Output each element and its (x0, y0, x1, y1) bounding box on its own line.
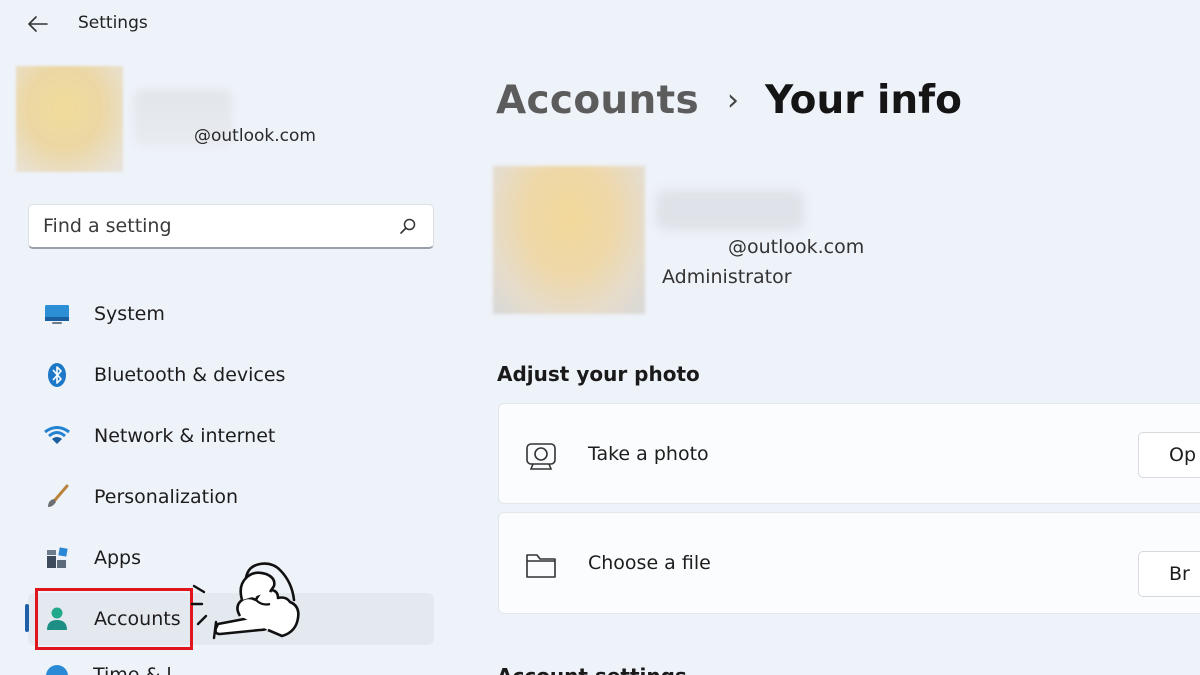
browse-files-button[interactable]: Br (1138, 551, 1200, 597)
sidebar-item-label: System (94, 303, 165, 325)
brush-icon (42, 482, 72, 512)
sidebar-item-personalization[interactable]: Personalization (28, 471, 434, 523)
search-input[interactable] (43, 215, 397, 237)
bluetooth-icon (42, 360, 72, 390)
hand-pointer-icon (190, 562, 300, 640)
take-photo-label: Take a photo (588, 443, 709, 465)
wifi-icon (42, 421, 72, 451)
user-role: Administrator (662, 266, 792, 288)
chevron-right-icon: › (727, 83, 739, 118)
title-bar: Settings (0, 0, 1200, 48)
apps-icon (42, 543, 72, 573)
open-camera-button[interactable]: Op (1138, 432, 1200, 478)
take-photo-card: Take a photo Op (498, 403, 1200, 504)
sidebar-item-system[interactable]: System (28, 288, 434, 340)
sidebar-item-label: Personalization (94, 486, 239, 508)
globe-clock-icon (44, 663, 70, 675)
active-indicator (25, 604, 29, 632)
sidebar-item-time-language[interactable]: Time & l (93, 664, 172, 675)
sidebar-item-label: Network & internet (94, 425, 276, 447)
section-title-adjust-photo: Adjust your photo (497, 362, 700, 386)
sidebar-item-network-internet[interactable]: Network & internet (28, 410, 434, 462)
user-name-blurred (656, 190, 804, 230)
sidebar-item-label: Apps (94, 547, 142, 569)
app-title: Settings (78, 13, 148, 33)
camera-icon (523, 438, 559, 474)
back-button[interactable] (24, 10, 52, 38)
user-email: @outlook.com (728, 236, 865, 258)
sidebar-item-label: Bluetooth & devices (94, 364, 286, 386)
sidebar-email: @outlook.com (194, 126, 316, 146)
user-avatar (493, 166, 645, 314)
choose-file-card: Choose a file Br (498, 512, 1200, 614)
breadcrumb: Accounts › Your info (496, 78, 962, 123)
breadcrumb-parent[interactable]: Accounts (496, 78, 699, 123)
section-title-account-settings: Account settings (497, 664, 687, 675)
sidebar-item-bluetooth-devices[interactable]: Bluetooth & devices (28, 349, 434, 401)
choose-file-label: Choose a file (588, 552, 711, 574)
arrow-left-icon (28, 16, 48, 32)
sidebar-avatar[interactable] (16, 66, 123, 172)
folder-icon (523, 547, 559, 583)
search-icon[interactable] (397, 215, 419, 237)
annotation-highlight-box (35, 588, 193, 650)
search-box[interactable] (28, 204, 434, 249)
monitor-icon (42, 299, 72, 329)
page-title: Your info (765, 78, 962, 123)
